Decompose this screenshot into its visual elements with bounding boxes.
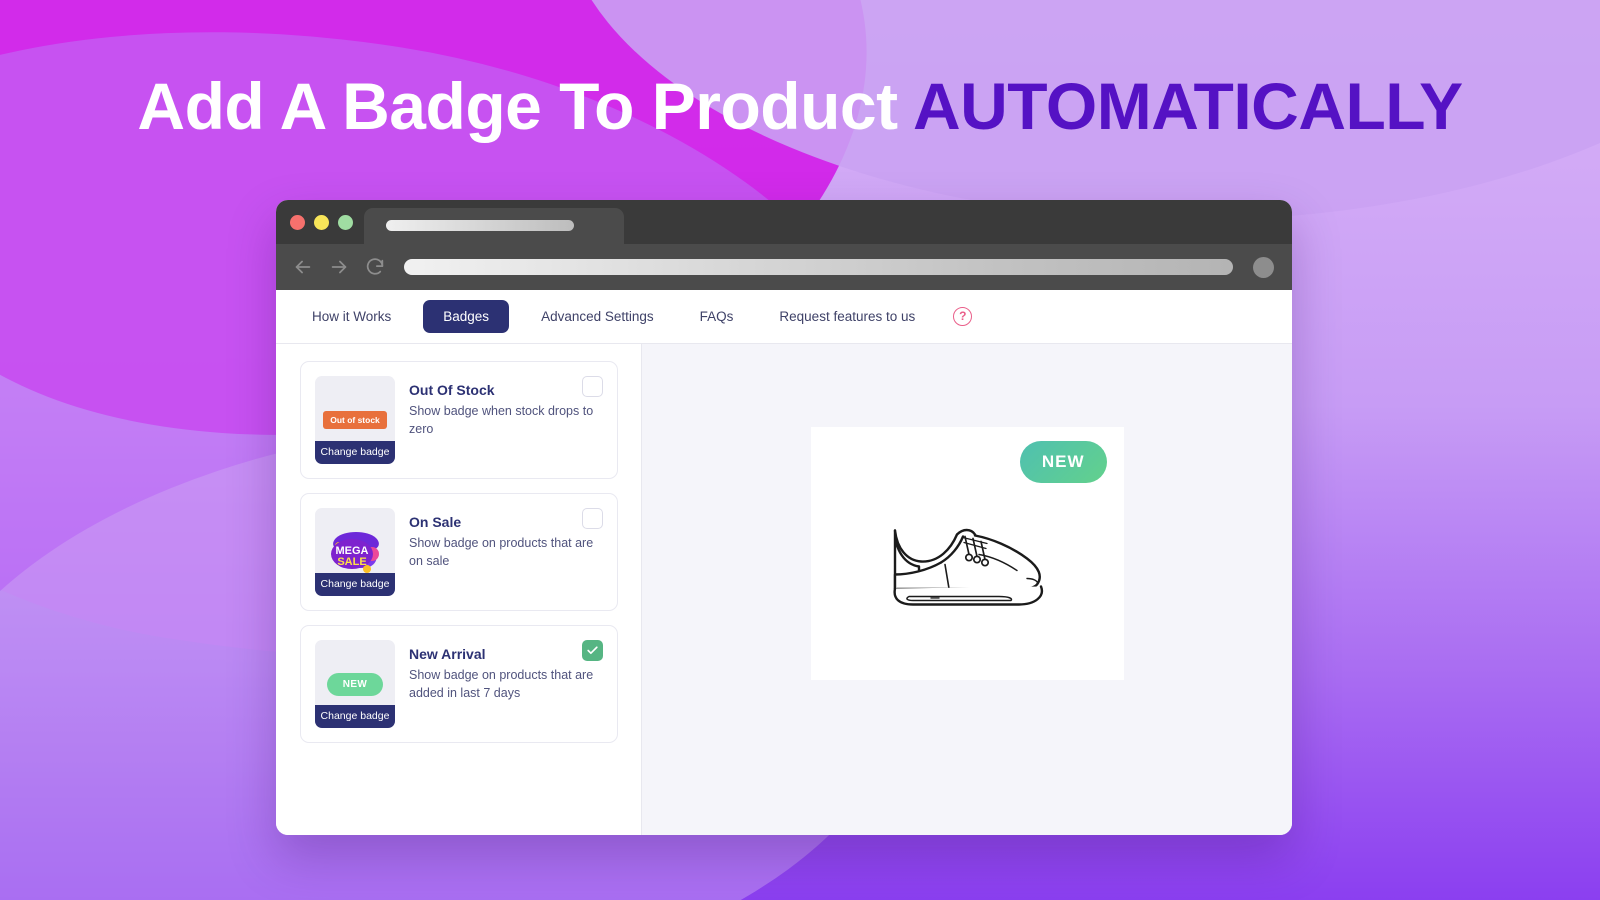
forward-arrow-icon[interactable] bbox=[328, 256, 350, 278]
back-arrow-icon[interactable] bbox=[292, 256, 314, 278]
browser-toolbar bbox=[276, 244, 1292, 290]
close-window-button[interactable] bbox=[290, 214, 305, 230]
browser-window: How it Works Badges Advanced Settings FA… bbox=[276, 200, 1292, 835]
headline-accent-text: AUTOMATICALLY bbox=[912, 69, 1463, 143]
headline-primary-text: Add A Badge To Product bbox=[137, 69, 898, 143]
badge-description: Show badge when stock drops to zero bbox=[409, 404, 594, 437]
preview-new-badge: NEW bbox=[1019, 441, 1107, 483]
badge-description: Show badge on products that are added in… bbox=[409, 668, 594, 701]
change-badge-button[interactable]: Change badge bbox=[315, 573, 395, 596]
badge-enable-checkbox[interactable] bbox=[582, 508, 603, 529]
badge-list-panel: Out of stock Change badge Out Of Stock S… bbox=[276, 344, 642, 835]
badge-card-text: Out Of Stock Show badge when stock drops… bbox=[409, 376, 599, 464]
change-badge-button[interactable]: Change badge bbox=[315, 441, 395, 464]
badge-card-on-sale[interactable]: MEGA SALE Change badge On Sale Show badg… bbox=[300, 493, 618, 611]
minimize-window-button[interactable] bbox=[314, 214, 329, 230]
badge-enable-checkbox[interactable] bbox=[582, 640, 603, 661]
tab-how-it-works[interactable]: How it Works bbox=[298, 302, 405, 331]
reload-icon[interactable] bbox=[364, 256, 386, 278]
checkmark-icon bbox=[587, 646, 598, 655]
browser-tab[interactable] bbox=[364, 208, 624, 244]
badge-title: New Arrival bbox=[409, 646, 486, 662]
hero-headline: Add A Badge To Product AUTOMATICALLY bbox=[0, 68, 1600, 144]
window-controls bbox=[290, 214, 353, 230]
sneaker-illustration bbox=[879, 504, 1055, 613]
maximize-window-button[interactable] bbox=[338, 214, 353, 230]
new-badge-pill: NEW bbox=[326, 672, 384, 696]
app-navigation-bar: How it Works Badges Advanced Settings FA… bbox=[276, 290, 1292, 344]
address-bar[interactable] bbox=[404, 259, 1233, 275]
badge-thumbnail: MEGA SALE Change badge bbox=[315, 508, 395, 596]
change-badge-button[interactable]: Change badge bbox=[315, 705, 395, 728]
svg-text:SALE: SALE bbox=[337, 556, 366, 568]
badge-card-out-of-stock[interactable]: Out of stock Change badge Out Of Stock S… bbox=[300, 361, 618, 479]
browser-tab-title-placeholder bbox=[386, 220, 574, 231]
mega-sale-badge-graphic: MEGA SALE bbox=[322, 524, 388, 580]
tab-advanced-settings[interactable]: Advanced Settings bbox=[527, 302, 668, 331]
badge-thumbnail: Out of stock Change badge bbox=[315, 376, 395, 464]
badge-preview-panel: NEW bbox=[642, 344, 1292, 835]
badge-card-new-arrival[interactable]: NEW Change badge New Arrival Show badge … bbox=[300, 625, 618, 743]
badge-enable-checkbox[interactable] bbox=[582, 376, 603, 397]
badge-title: On Sale bbox=[409, 514, 462, 530]
tab-faqs[interactable]: FAQs bbox=[686, 302, 748, 331]
badge-description: Show badge on products that are on sale bbox=[409, 536, 594, 569]
help-icon[interactable]: ? bbox=[953, 307, 973, 326]
out-of-stock-badge-pill: Out of stock bbox=[323, 411, 387, 429]
badge-thumbnail: NEW Change badge bbox=[315, 640, 395, 728]
tab-request-features[interactable]: Request features to us bbox=[765, 302, 929, 331]
badge-card-text: On Sale Show badge on products that are … bbox=[409, 508, 599, 596]
badge-title: Out Of Stock bbox=[409, 382, 495, 398]
badge-card-text: New Arrival Show badge on products that … bbox=[409, 640, 599, 728]
profile-avatar-icon[interactable] bbox=[1253, 256, 1274, 278]
tab-badges[interactable]: Badges bbox=[423, 300, 510, 333]
app-body: Out of stock Change badge Out Of Stock S… bbox=[276, 344, 1292, 835]
browser-titlebar bbox=[276, 200, 1292, 244]
product-preview-card: NEW bbox=[810, 427, 1124, 680]
